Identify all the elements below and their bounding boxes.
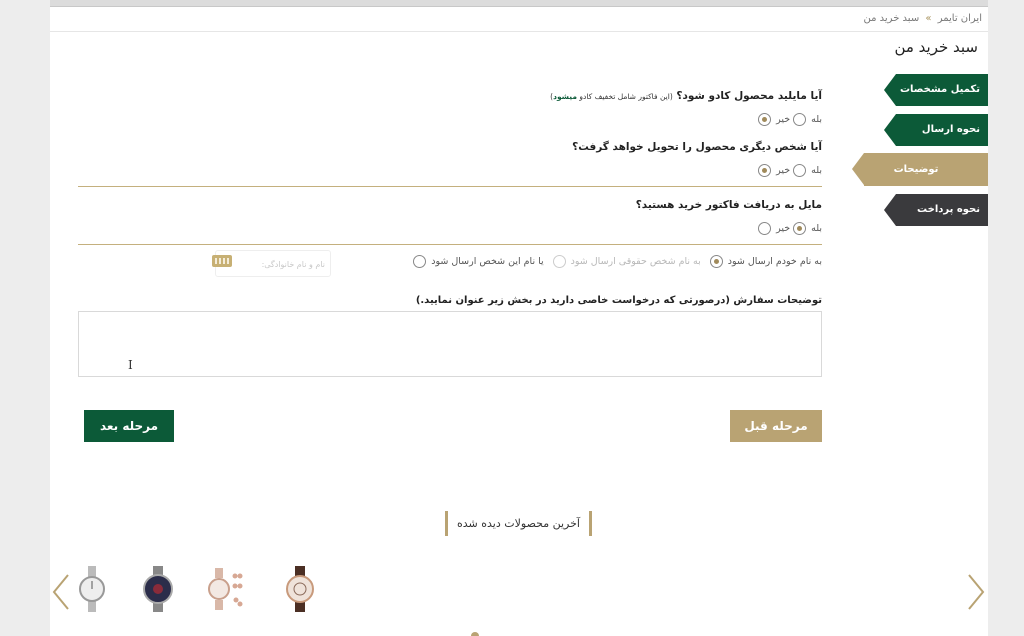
opt-self-radio[interactable]	[709, 255, 723, 268]
gift-yes-radio[interactable]	[793, 113, 807, 126]
order-notes-label: توضیحات سفارش (درصورتی که درخواست خاصی د…	[415, 295, 822, 306]
carousel-prev-arrow-icon[interactable]	[50, 572, 72, 612]
breadcrumb-current: سبد خرید من	[863, 13, 920, 24]
page-container: ایران تایمر » سبد خرید من سبد خرید من تک…	[50, 0, 988, 636]
opt-legal-radio[interactable]	[552, 255, 566, 268]
step-label: نحوه ارسال	[921, 124, 980, 135]
gift-note-highlight: میشود	[553, 92, 577, 101]
step-shipping-method[interactable]: نحوه ارسال	[884, 114, 988, 146]
invoice-yes-radio[interactable]	[793, 222, 807, 235]
invoice-no-radio[interactable]	[758, 222, 772, 235]
section-divider	[78, 244, 822, 245]
opt-sender-radio[interactable]	[413, 255, 427, 268]
top-bar	[50, 0, 988, 7]
keyboard-icon[interactable]	[212, 255, 232, 267]
product-thumbnail-silver-watch-icon[interactable]	[72, 566, 112, 612]
step-notes[interactable]: توضیحات	[852, 153, 988, 186]
invoice-question: مایل به دریافت فاکتور خرید هستید؟	[635, 199, 822, 211]
breadcrumb-separator: »	[925, 13, 932, 24]
recently-viewed-title: آخرین محصولات دیده شده	[445, 511, 592, 536]
product-thumbnail-navy-watch-icon[interactable]	[138, 566, 178, 612]
invoice-recipient-options: به نام خودم ارسال شود به نام شخص حقوقی ا…	[412, 255, 822, 268]
invoice-options: بله خیر	[757, 222, 822, 235]
opt-legal-label: به نام شخص حقوقی ارسال شود	[570, 256, 701, 267]
section-divider	[78, 186, 822, 187]
gift-question: آیا مایلید محصول کادو شود؟ (این فاکتور ش…	[550, 90, 822, 102]
other-person-yes-label: بله	[811, 165, 822, 176]
product-thumbnail-rose-watch-set-icon[interactable]	[204, 566, 244, 612]
other-person-options: بله خیر	[757, 164, 822, 177]
gift-note: (این فاکتور شامل تخفیف کادو میشود)	[550, 92, 673, 101]
gift-question-text: آیا مایلید محصول کادو شود؟	[676, 90, 822, 102]
header-divider	[50, 31, 988, 32]
opt-self-label: به نام خودم ارسال شود	[727, 256, 822, 267]
previous-step-button[interactable]: مرحله قبل	[730, 410, 822, 442]
text-cursor-icon: I	[128, 358, 133, 372]
page-title: سبد خرید من	[894, 38, 978, 56]
order-notes-textarea[interactable]	[78, 311, 822, 377]
invoice-yes-label: بله	[811, 223, 822, 234]
next-step-button[interactable]: مرحله بعد	[84, 410, 174, 442]
gift-yes-label: بله	[811, 114, 822, 125]
name-input[interactable]: نام و نام خانوادگی:	[215, 250, 331, 277]
gift-note-prefix: (این فاکتور شامل تخفیف کادو	[576, 92, 673, 101]
gift-options: بله خیر	[757, 113, 822, 126]
invoice-no-label: خیر	[776, 223, 791, 234]
step-complete-details[interactable]: تکمیل مشخصات	[884, 74, 988, 106]
other-person-no-label: خیر	[776, 165, 791, 176]
carousel-next-arrow-icon[interactable]	[965, 572, 987, 612]
opt-sender-label: یا نام این شخص ارسال شود	[431, 256, 544, 267]
step-label: توضیحات	[893, 164, 939, 175]
other-person-no-radio[interactable]	[758, 164, 772, 177]
carousel-indicator[interactable]	[471, 632, 479, 636]
gift-no-radio[interactable]	[758, 113, 772, 126]
step-label: نحوه پرداخت	[917, 204, 980, 215]
step-payment-method[interactable]: نحوه پرداخت	[884, 194, 988, 226]
other-person-question: آیا شخص دیگری محصول را تحویل خواهد گرفت؟	[572, 141, 822, 153]
step-label: تکمیل مشخصات	[900, 84, 980, 95]
breadcrumb-home-link[interactable]: ایران تایمر	[938, 13, 982, 24]
product-thumbnail-skeleton-watch-icon[interactable]	[280, 566, 320, 612]
other-person-yes-radio[interactable]	[793, 164, 807, 177]
breadcrumb: ایران تایمر » سبد خرید من	[864, 13, 983, 24]
gift-no-label: خیر	[776, 114, 791, 125]
